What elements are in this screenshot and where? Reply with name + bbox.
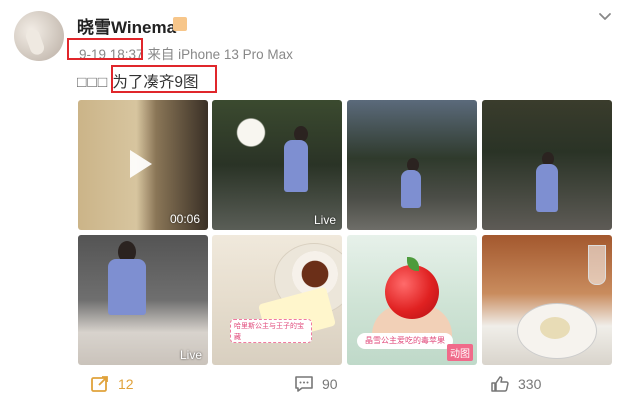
post-source: 来自 iPhone 13 Pro Max — [147, 47, 293, 62]
play-icon[interactable] — [130, 150, 152, 178]
repost-button[interactable]: 12 — [90, 375, 134, 393]
like-icon — [491, 376, 509, 392]
grid-image-5[interactable]: Live — [78, 235, 208, 365]
comment-count: 90 — [322, 376, 338, 392]
member-badge-icon — [173, 17, 187, 31]
live-badge: Live — [313, 213, 336, 227]
live-badge: Live — [179, 348, 202, 362]
highlight-box-caption — [111, 65, 217, 93]
grid-video-1[interactable]: 00:06 — [78, 100, 208, 230]
comment-icon — [295, 376, 313, 392]
repost-icon — [91, 376, 108, 392]
image-grid: 00:06 Live Live 哈里斯公主与王子的宝藏 晶雪公主爱吃的毒苹果 动… — [78, 100, 614, 366]
grid-image-7[interactable]: 晶雪公主爱吃的毒苹果 动图 — [347, 235, 477, 365]
highlight-box-time — [67, 38, 143, 60]
wine-glass-shape — [588, 245, 606, 285]
grid-image-8[interactable] — [482, 235, 612, 365]
like-button[interactable]: 330 — [490, 375, 541, 393]
grid-image-3[interactable] — [347, 100, 477, 230]
chevron-down-icon[interactable] — [596, 8, 614, 26]
like-count: 330 — [518, 376, 542, 392]
apple-shape — [385, 265, 439, 319]
photo-subject — [401, 170, 421, 208]
dessert-shape — [540, 317, 570, 339]
sticker-caption: 晶雪公主爱吃的毒苹果 — [357, 333, 453, 349]
action-bar: 12 90 330 — [0, 370, 626, 400]
username[interactable]: 晓雪Winema — [77, 13, 176, 38]
gif-badge: 动图 — [447, 344, 473, 361]
grid-image-2[interactable]: Live — [212, 100, 342, 230]
photo-subject — [108, 259, 146, 315]
caption-prefix: □□□ — [77, 74, 109, 91]
avatar[interactable] — [14, 11, 64, 61]
grid-image-4[interactable] — [482, 100, 612, 230]
sticker-caption: 哈里斯公主与王子的宝藏 — [230, 319, 312, 343]
photo-subject — [536, 164, 558, 212]
video-duration: 00:06 — [169, 212, 200, 226]
grid-image-6[interactable]: 哈里斯公主与王子的宝藏 — [212, 235, 342, 365]
repost-count: 12 — [118, 376, 134, 392]
comment-button[interactable]: 90 — [294, 375, 338, 393]
photo-subject — [284, 140, 308, 192]
